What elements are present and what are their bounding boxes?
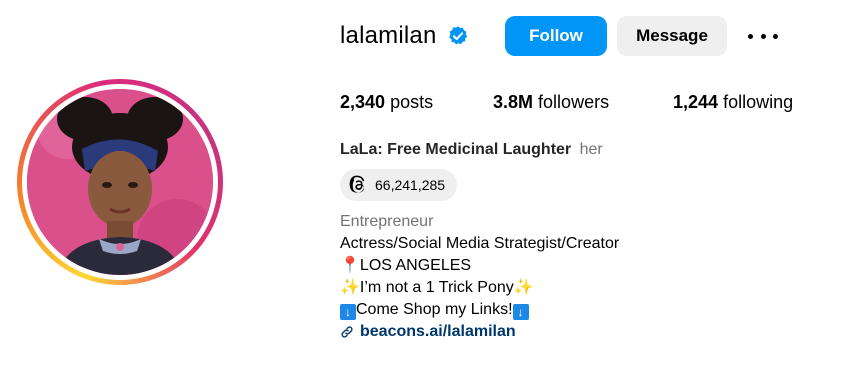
bio-line-text: I’m not a 1 Trick Pony — [359, 279, 514, 296]
following-label: following — [723, 92, 794, 112]
message-button[interactable]: Message — [617, 16, 727, 56]
sparkles-emoji: ✨ — [513, 279, 534, 296]
dot — [748, 33, 753, 39]
bio-link-row: beacons.ai/lalamilan — [340, 321, 619, 343]
stat-followers[interactable]: 3.8M followers — [493, 92, 609, 113]
bio-link[interactable]: beacons.ai/lalamilan — [360, 321, 516, 343]
follow-button[interactable]: Follow — [505, 16, 607, 56]
stat-posts: 2,340 posts — [340, 92, 433, 113]
bio-line: ↓ Come Shop my Links! ↓ — [340, 299, 619, 321]
category-label: Entrepreneur — [340, 213, 434, 230]
pin-emoji: 📍 — [340, 257, 360, 274]
full-name-row: LaLa: Free Medicinal Laughter her — [340, 141, 603, 159]
profile-avatar-ring[interactable] — [17, 79, 223, 285]
bio-line: ✨I’m not a 1 Trick Pony✨ — [340, 277, 619, 299]
down-arrow-emoji: ↓ — [340, 304, 356, 320]
threads-badge[interactable]: 66,241,285 — [340, 169, 458, 201]
username: lalamilan — [340, 22, 437, 49]
posts-count: 2,340 — [340, 92, 386, 112]
threads-count: 66,241,285 — [375, 177, 446, 193]
stat-following[interactable]: 1,244 following — [673, 92, 793, 113]
more-options-icon[interactable] — [748, 26, 778, 46]
bio-line-text: Come Shop my Links! — [356, 301, 513, 318]
dot — [760, 33, 766, 39]
link-icon — [341, 326, 353, 338]
bio-line: Actress/Social Media Strategist/Creator — [340, 235, 620, 252]
posts-label: posts — [390, 92, 434, 112]
down-arrow-emoji: ↓ — [512, 304, 529, 320]
followers-count: 3.8M — [493, 92, 534, 112]
avatar[interactable] — [27, 89, 213, 275]
profile-header: lalamilan — [340, 16, 469, 56]
dot — [773, 33, 778, 39]
bio-line-text: LOS ANGELES — [359, 257, 472, 274]
avatar-portrait-image — [27, 89, 213, 275]
full-name: LaLa: Free Medicinal Laughter — [340, 141, 572, 158]
bio-line: 📍LOS ANGELES — [340, 255, 619, 277]
sparkles-emoji: ✨ — [340, 279, 360, 296]
following-count: 1,244 — [673, 92, 719, 112]
bio: Entrepreneur Actress/Social Media Strate… — [340, 211, 619, 343]
followers-label: followers — [538, 92, 610, 112]
avatar-border — [22, 84, 218, 280]
threads-icon — [349, 175, 365, 193]
pronouns: her — [579, 141, 603, 158]
verified-badge-icon — [447, 25, 469, 47]
